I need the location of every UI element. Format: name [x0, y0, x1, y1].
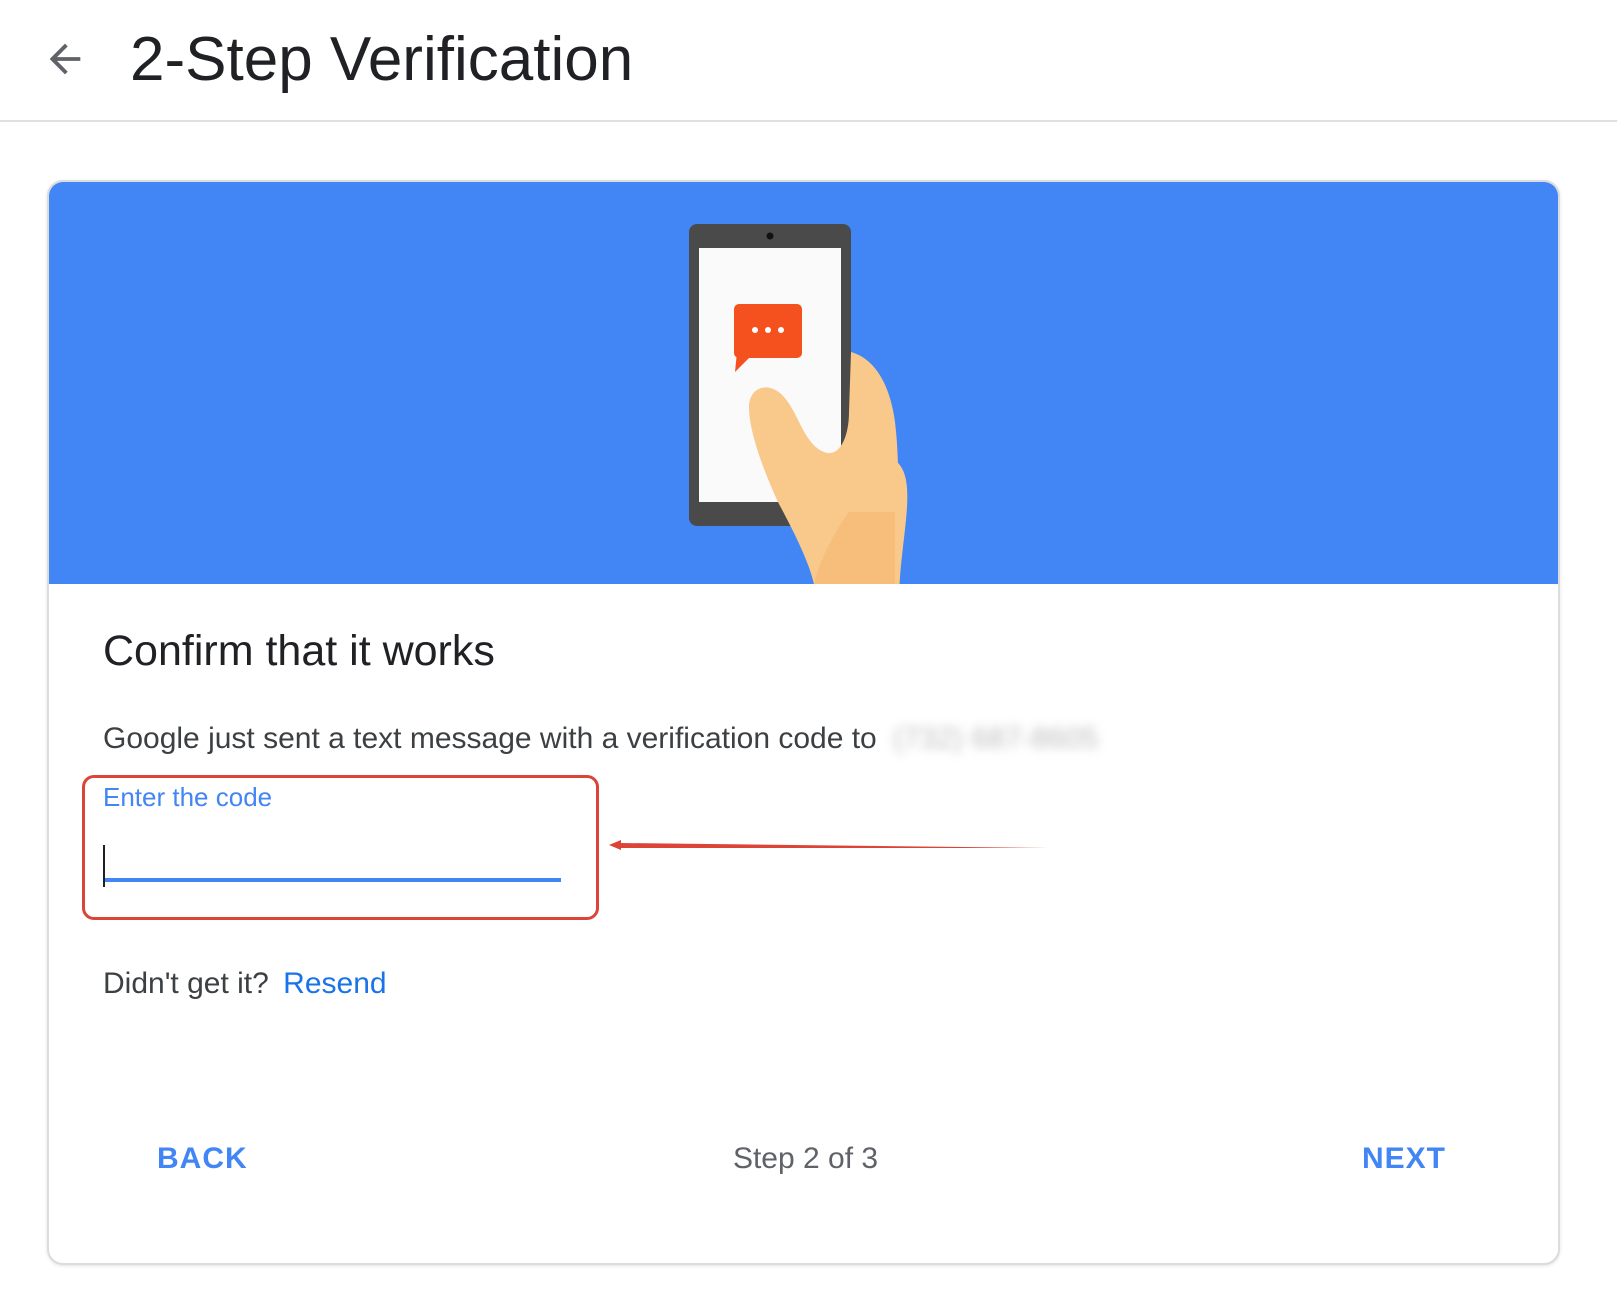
page-title: 2-Step Verification: [130, 25, 634, 94]
card-title: Confirm that it works: [103, 627, 495, 675]
verification-card: Confirm that it works Google just sent a…: [47, 180, 1560, 1265]
resend-line: Didn't get it? Resend: [103, 967, 387, 1001]
code-input[interactable]: [103, 832, 561, 882]
arrow-back-icon[interactable]: [42, 36, 88, 82]
next-button[interactable]: NEXT: [1362, 1142, 1446, 1176]
code-field-label: Enter the code: [103, 782, 273, 812]
text-caret: [103, 845, 105, 887]
redacted-phone-number: (732) 687-8605: [893, 722, 1099, 755]
app-header: 2-Step Verification: [0, 0, 1617, 122]
step-indicator: Step 2 of 3: [732, 1142, 879, 1175]
phone-in-hand-illustration: [689, 224, 908, 584]
message-text: Google just sent a text message with a v…: [103, 722, 877, 755]
verification-message: Google just sent a text message with a v…: [103, 722, 1098, 756]
back-button[interactable]: BACK: [157, 1142, 248, 1176]
annotation-arrow-icon: [609, 840, 1049, 850]
illustration-banner: [49, 182, 1558, 584]
resend-prompt: Didn't get it?: [103, 967, 269, 1000]
resend-link[interactable]: Resend: [283, 967, 386, 1000]
